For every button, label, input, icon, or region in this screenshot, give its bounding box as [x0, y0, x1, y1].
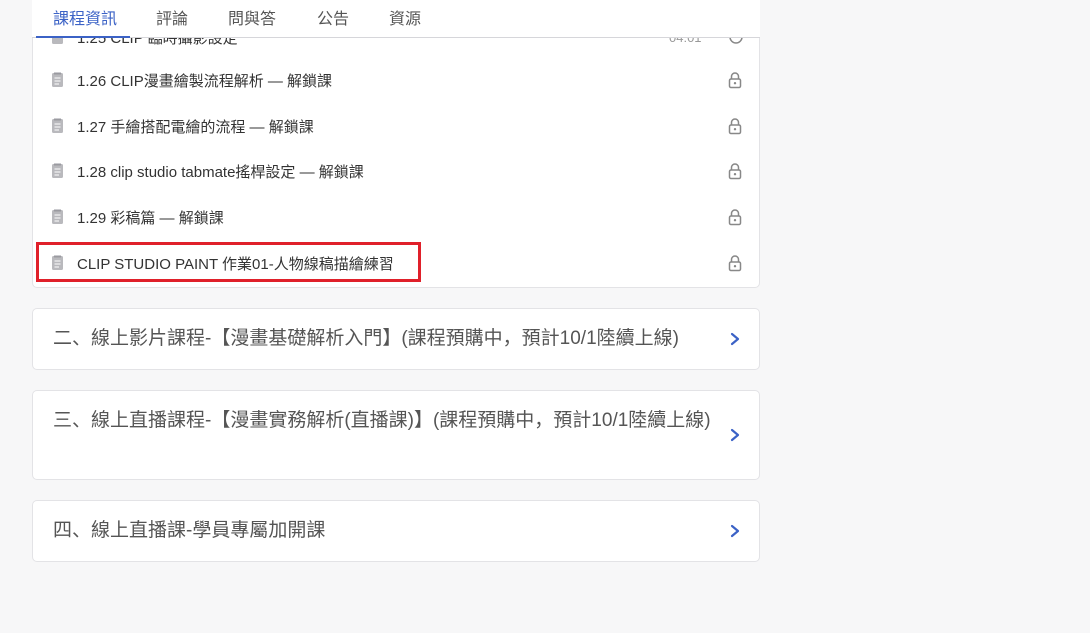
section-title: 三、線上直播課程-【漫畫實務解析(直播課)】(課程預購中，預計10/1陸續上線) [53, 410, 711, 431]
lesson-item-1-26[interactable]: 1.26 CLIP漫畫繪製流程解析 — 解鎖課 [33, 57, 759, 103]
lock-icon [728, 72, 742, 89]
section-2[interactable]: 二、線上影片課程-【漫畫基礎解析入門】(課程預購中，預計10/1陸續上線) [32, 308, 760, 370]
lesson-title: 1.29 彩稿篇 — 解鎖課 [77, 209, 224, 227]
document-icon [52, 72, 63, 87]
lesson-title: 1.27 手繪搭配電繪的流程 — 解鎖課 [77, 118, 314, 136]
lesson-item-1-29[interactable]: 1.29 彩稿篇 — 解鎖課 [33, 194, 759, 240]
highlight-annotation [36, 242, 421, 282]
course-tabs: 課程資訊 評論 問與答 公告 資源 [32, 0, 760, 38]
tab-resources[interactable]: 資源 [389, 5, 421, 29]
lesson-item-1-28[interactable]: 1.28 clip studio tabmate搖桿設定 — 解鎖課 [33, 148, 759, 194]
tab-qa[interactable]: 問與答 [228, 5, 276, 29]
document-icon [52, 209, 63, 224]
lock-icon [728, 118, 742, 135]
lesson-title: 1.26 CLIP漫畫繪製流程解析 — 解鎖課 [77, 72, 333, 90]
chevron-right-icon [730, 332, 740, 346]
lock-icon [728, 163, 742, 180]
chevron-right-icon [730, 524, 740, 538]
tab-course-info[interactable]: 課程資訊 [53, 5, 117, 29]
lock-icon [728, 255, 742, 272]
section-4[interactable]: 四、線上直播課-學員專屬加開課 [32, 500, 760, 562]
document-icon [52, 118, 63, 133]
tab-announcements[interactable]: 公告 [317, 5, 349, 29]
section-title: 二、線上影片課程-【漫畫基礎解析入門】(課程預購中，預計10/1陸續上線) [53, 328, 679, 349]
chevron-right-icon [730, 428, 740, 442]
section-3[interactable]: 三、線上直播課程-【漫畫實務解析(直播課)】(課程預購中，預計10/1陸續上線) [32, 390, 760, 480]
lock-icon [728, 209, 742, 226]
active-tab-indicator [36, 36, 130, 38]
tab-reviews[interactable]: 評論 [156, 5, 188, 29]
document-icon [52, 163, 63, 178]
lesson-item-1-27[interactable]: 1.27 手繪搭配電繪的流程 — 解鎖課 [33, 103, 759, 149]
section-title: 四、線上直播課-學員專屬加開課 [53, 520, 326, 541]
lesson-title: 1.28 clip studio tabmate搖桿設定 — 解鎖課 [77, 163, 364, 181]
